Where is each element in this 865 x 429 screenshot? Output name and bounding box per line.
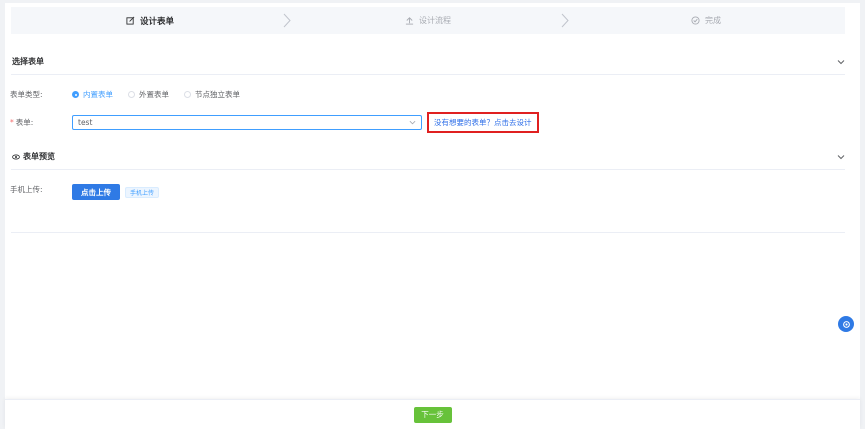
footer-bar: 下一步 bbox=[5, 399, 860, 429]
divider bbox=[11, 232, 845, 233]
section-title: 表单预览 bbox=[11, 151, 55, 162]
gear-icon bbox=[842, 320, 850, 328]
step-design-flow[interactable]: 设计流程 bbox=[289, 7, 569, 34]
mobile-upload-tag[interactable]: 手机上传 bbox=[125, 186, 160, 198]
radio-dot[interactable] bbox=[184, 91, 191, 98]
step-label: 设计流程 bbox=[419, 16, 451, 25]
chevron-down-icon[interactable] bbox=[409, 119, 416, 126]
form-type-label: 表单类型: bbox=[10, 90, 43, 99]
step-design-form[interactable]: 设计表单 bbox=[11, 7, 291, 34]
go-design-link[interactable]: 没有想要的表单？点击去设计 bbox=[427, 112, 539, 133]
step-label: 设计表单 bbox=[139, 16, 174, 27]
form-select-row: * 表单: test 没有想要的表单？点击去设计 bbox=[10, 112, 539, 133]
section-title-text: 表单预览 bbox=[23, 152, 55, 161]
step-complete[interactable]: 完成 bbox=[567, 7, 845, 34]
edit-icon bbox=[126, 16, 135, 25]
upload-icon bbox=[405, 16, 414, 25]
required-mark: * bbox=[10, 118, 14, 127]
steps-bar: 设计表单 设计流程 完成 bbox=[11, 7, 845, 34]
chevron-down-icon[interactable] bbox=[837, 153, 845, 161]
radio-label: 外置表单 bbox=[139, 90, 169, 99]
radio-dot[interactable] bbox=[128, 91, 135, 98]
radio-dot[interactable] bbox=[72, 91, 79, 98]
check-circle-icon bbox=[691, 16, 700, 25]
form-type-row: 表单类型: 内置表单 外置表单 节点独立表单 bbox=[10, 89, 240, 100]
form-type-radio-group: 内置表单 外置表单 节点独立表单 bbox=[72, 89, 240, 100]
radio-label: 节点独立表单 bbox=[195, 90, 240, 99]
radio-external-form[interactable]: 外置表单 bbox=[128, 89, 169, 100]
eye-icon bbox=[12, 154, 20, 159]
radio-label: 内置表单 bbox=[83, 90, 113, 99]
form-select[interactable]: test bbox=[72, 115, 422, 130]
form-label-text: 表单: bbox=[15, 118, 34, 127]
section-title-text: 选择表单 bbox=[12, 57, 44, 66]
next-step-button[interactable]: 下一步 bbox=[413, 406, 452, 423]
click-upload-button[interactable]: 点击上传 bbox=[72, 184, 120, 200]
mobile-upload-label: 手机上传: bbox=[10, 185, 43, 194]
step-label: 完成 bbox=[705, 16, 721, 25]
section-select-form[interactable]: 选择表单 bbox=[11, 49, 845, 75]
form-label: * 表单: bbox=[10, 117, 72, 128]
chevron-down-icon[interactable] bbox=[837, 58, 845, 66]
floating-settings-button[interactable] bbox=[838, 316, 854, 332]
form-select-value: test bbox=[78, 118, 93, 127]
radio-node-independent-form[interactable]: 节点独立表单 bbox=[184, 89, 240, 100]
section-form-preview[interactable]: 表单预览 bbox=[11, 144, 845, 170]
mobile-upload-row: 手机上传: 点击上传 手机上传 bbox=[10, 184, 160, 200]
radio-internal-form[interactable]: 内置表单 bbox=[72, 89, 113, 100]
section-title: 选择表单 bbox=[11, 56, 44, 67]
